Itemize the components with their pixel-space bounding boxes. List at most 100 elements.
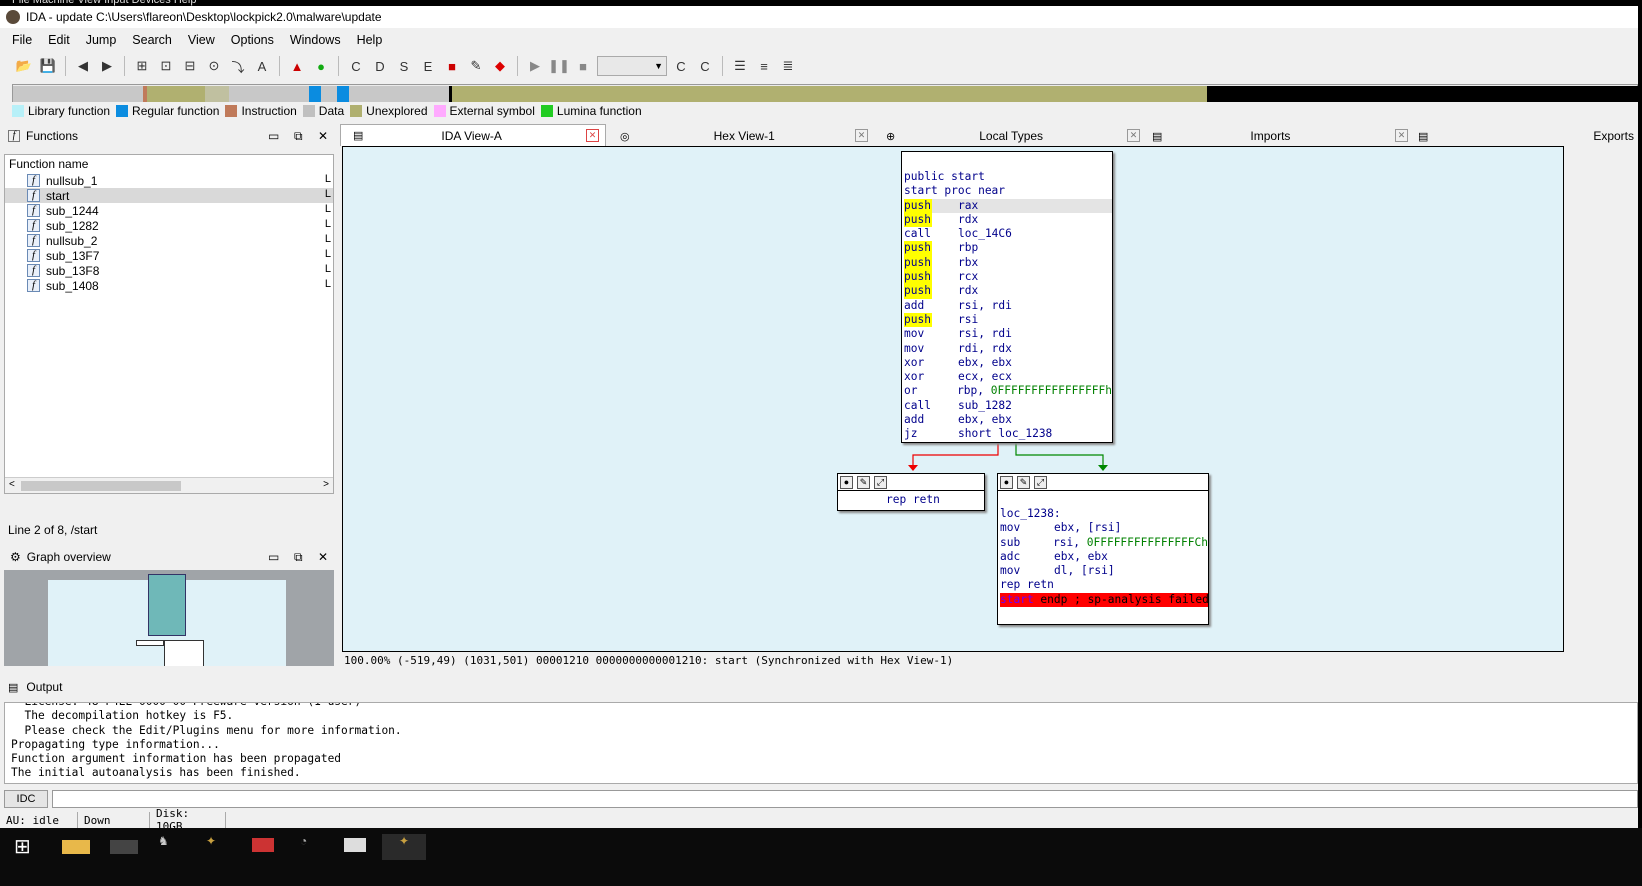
- menu-file[interactable]: File: [4, 33, 40, 47]
- function-list-item[interactable]: f nullsub_2 L: [5, 233, 333, 248]
- function-list-item[interactable]: f sub_13F7 L: [5, 248, 333, 263]
- start-icon[interactable]: ⊞: [14, 834, 42, 860]
- instruction-line[interactable]: mov rdi, rdx: [904, 342, 1112, 356]
- enum-icon[interactable]: E: [418, 56, 438, 76]
- proximity-icon[interactable]: ⊟: [180, 56, 200, 76]
- ida-graph-view[interactable]: public start start proc near push rax push rd…: [342, 146, 1564, 652]
- code-line[interactable]: start proc near: [904, 184, 1112, 198]
- output-window[interactable]: License: 48-F4EE-0000-00 Freeware versio…: [4, 702, 1638, 784]
- text-icon[interactable]: A: [252, 56, 272, 76]
- back-icon[interactable]: ◀: [73, 56, 93, 76]
- restore-icon[interactable]: ⧉: [294, 550, 303, 565]
- lumina-icon[interactable]: ●: [311, 56, 331, 76]
- instruction-line[interactable]: or rbp, 0FFFFFFFFFFFFFFFFh: [904, 384, 1112, 398]
- group-icon[interactable]: ⤢: [874, 475, 887, 489]
- instruction-line[interactable]: add rsi, rdi: [904, 299, 1112, 313]
- instruction-line[interactable]: push rbx: [904, 255, 1112, 271]
- menu-edit[interactable]: Edit: [40, 33, 78, 47]
- c-icon[interactable]: C: [695, 56, 715, 76]
- struct-icon[interactable]: S: [394, 56, 414, 76]
- file-explorer-icon[interactable]: [62, 840, 90, 854]
- code-block-start[interactable]: public start start proc near push rax push rd…: [901, 151, 1113, 443]
- function-list-item[interactable]: f sub_1282 L: [5, 218, 333, 233]
- instruction-line[interactable]: push rax: [904, 198, 1112, 213]
- group-icon[interactable]: ⤢: [1034, 475, 1047, 489]
- instruction-line[interactable]: xor ebx, ebx: [904, 356, 1112, 370]
- terminal-icon[interactable]: [110, 840, 138, 854]
- app-icon[interactable]: [252, 838, 274, 852]
- close-tab-icon[interactable]: ✕: [586, 129, 599, 142]
- tab-hex-view-1[interactable]: ◎ Hex View-1 ✕: [610, 126, 876, 146]
- function-list-item[interactable]: f nullsub_1 L: [5, 173, 333, 188]
- menu-help[interactable]: Help: [349, 33, 391, 47]
- code-line[interactable]: public start: [904, 170, 1112, 184]
- endp-error-line[interactable]: start endp ; sp-analysis failed: [1000, 592, 1209, 608]
- instruction-line[interactable]: mov dl, [rsi]: [1000, 564, 1208, 578]
- menu-options[interactable]: Options: [223, 33, 282, 47]
- function-name-column-header[interactable]: Function name: [5, 155, 333, 173]
- stop-icon[interactable]: ■: [442, 56, 462, 76]
- data-icon[interactable]: D: [370, 56, 390, 76]
- instruction-line[interactable]: push rcx: [904, 270, 1112, 285]
- instruction-line[interactable]: adc ebx, ebx: [1000, 550, 1208, 564]
- rename-icon[interactable]: ✎: [1017, 475, 1030, 489]
- code-icon[interactable]: C: [346, 56, 366, 76]
- color-icon[interactable]: ●: [1000, 475, 1013, 489]
- idc-button[interactable]: IDC: [4, 790, 48, 808]
- function-icon[interactable]: ⊡: [156, 56, 176, 76]
- code-label[interactable]: loc_1238:: [1000, 507, 1208, 521]
- run-icon[interactable]: ▶: [525, 56, 545, 76]
- graph-icon[interactable]: ⊞: [132, 56, 152, 76]
- close-icon[interactable]: ✕: [318, 129, 328, 143]
- instruction-line[interactable]: call sub_1282: [904, 399, 1112, 413]
- instruction-line[interactable]: add ebx, ebx: [904, 413, 1112, 427]
- menu-view[interactable]: View: [180, 33, 223, 47]
- instruction-line[interactable]: push rsi: [904, 312, 1112, 328]
- pause-icon[interactable]: ❚❚: [548, 56, 570, 76]
- command-input[interactable]: [52, 790, 1638, 808]
- save-icon[interactable]: 💾: [38, 56, 58, 76]
- scroll-right-icon[interactable]: >: [323, 479, 329, 490]
- function-list-item[interactable]: f sub_1408 L: [5, 278, 333, 293]
- function-list-item[interactable]: f sub_1244 L: [5, 203, 333, 218]
- close-tab-icon[interactable]: ✕: [855, 129, 868, 142]
- instruction-line[interactable]: call loc_14C6: [904, 227, 1112, 241]
- outline-icon[interactable]: ≡: [754, 56, 774, 76]
- close-icon[interactable]: ✕: [318, 550, 328, 564]
- restore-icon[interactable]: ⧉: [294, 129, 303, 144]
- close-tab-icon[interactable]: ✕: [1395, 129, 1408, 142]
- open-file-icon[interactable]: 📂: [14, 56, 34, 76]
- copy-icon[interactable]: C: [671, 56, 691, 76]
- jump-icon[interactable]: ⤵: [228, 56, 248, 76]
- scrollbar-thumb[interactable]: [21, 481, 181, 491]
- close-tab-icon[interactable]: ✕: [1127, 129, 1140, 142]
- app-icon[interactable]: ♞: [158, 834, 186, 860]
- function-list-item[interactable]: f sub_13F8 L: [5, 263, 333, 278]
- menu-search[interactable]: Search: [124, 33, 180, 47]
- instruction-line[interactable]: push rdx: [904, 284, 1112, 299]
- tab-ida-view-a[interactable]: ▤ IDA View-A ✕: [340, 124, 606, 146]
- maximize-icon[interactable]: ▭: [268, 550, 279, 564]
- breakpoint-icon[interactable]: ▲: [287, 56, 307, 76]
- notepad-icon[interactable]: [344, 838, 366, 852]
- list-icon[interactable]: ☰: [730, 56, 750, 76]
- instruction-line[interactable]: push rbp: [904, 241, 1112, 256]
- code-block-loc-1238[interactable]: ● ✎ ⤢ loc_1238: mov ebx, [rsi] sub rsi, 0FFFFF…: [997, 473, 1209, 625]
- menu-jump[interactable]: Jump: [78, 33, 125, 47]
- edit-icon[interactable]: ✎: [466, 56, 486, 76]
- menu-windows[interactable]: Windows: [282, 33, 349, 47]
- ida-taskbar-icon[interactable]: ✦: [382, 834, 426, 860]
- instruction-line[interactable]: sub rsi, 0FFFFFFFFFFFFFFFCh: [1000, 536, 1208, 550]
- function-list-item[interactable]: f start L: [5, 188, 333, 203]
- instruction-line[interactable]: mov rsi, rdi: [904, 327, 1112, 341]
- navigation-band[interactable]: [12, 84, 1639, 102]
- instruction-line[interactable]: rep retn: [1000, 578, 1208, 592]
- tab-exports[interactable]: ▤ Exports: [1416, 126, 1638, 146]
- scroll-left-icon[interactable]: <: [9, 479, 15, 490]
- debugger-select[interactable]: ▼: [597, 56, 667, 76]
- terminate-icon[interactable]: ■: [573, 56, 593, 76]
- lines-icon[interactable]: ≣: [778, 56, 798, 76]
- app-icon[interactable]: ◔: [300, 834, 328, 860]
- color-icon[interactable]: ●: [840, 475, 853, 489]
- horizontal-scrollbar[interactable]: < >: [5, 477, 333, 493]
